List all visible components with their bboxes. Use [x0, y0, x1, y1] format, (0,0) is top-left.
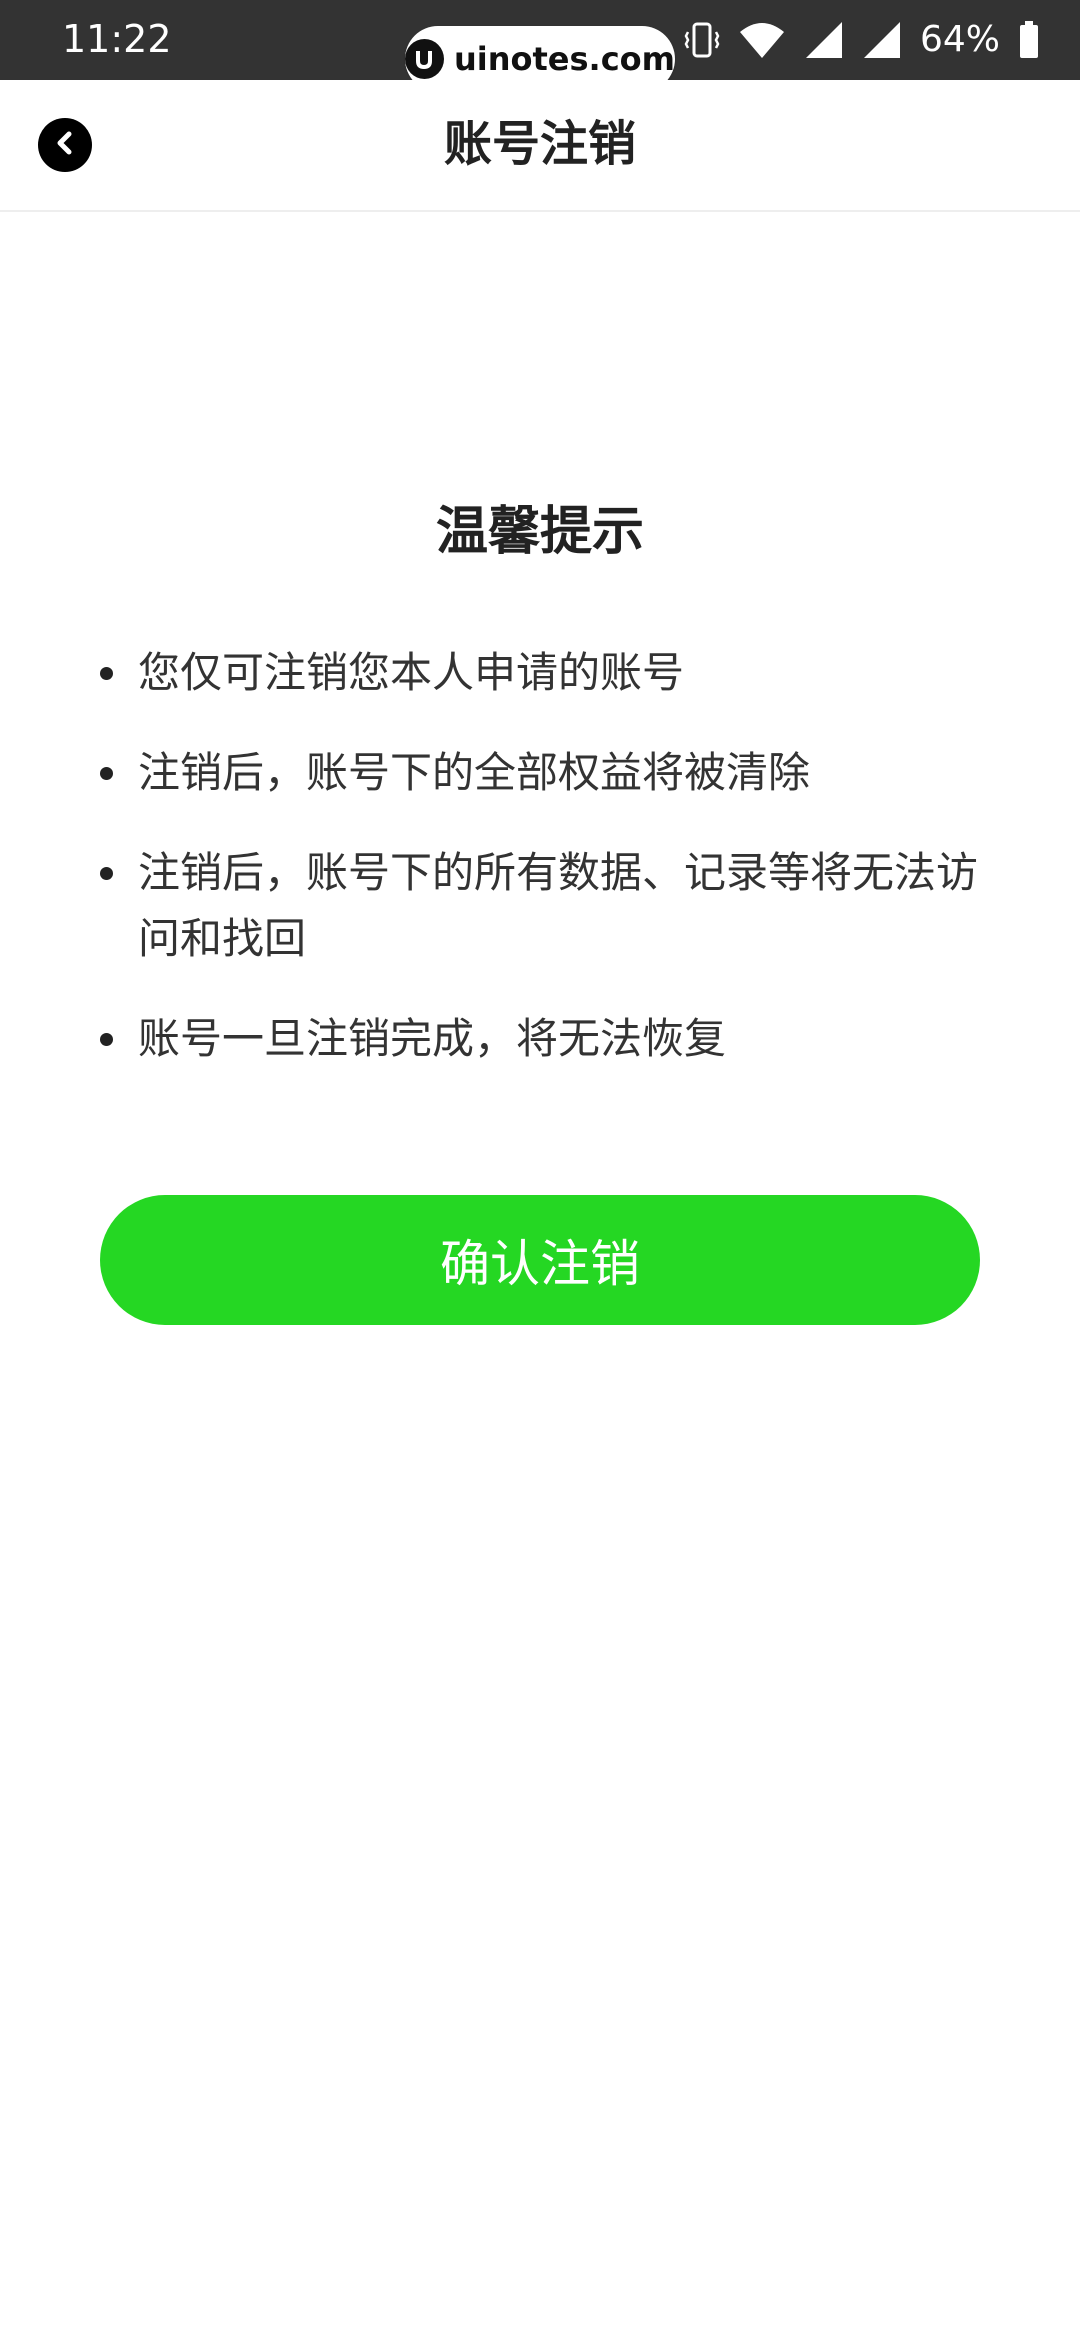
tips-list: 您仅可注销您本人申请的账号 注销后，账号下的全部权益将被清除 注销后，账号下的所…: [100, 640, 980, 1106]
page-title: 账号注销: [443, 116, 636, 172]
signal-icon: [804, 20, 844, 60]
tip-text: 注销后，账号下的全部权益将被清除: [138, 748, 811, 797]
tip-text: 注销后，账号下的所有数据、记录等将无法访问和找回: [138, 848, 979, 963]
nav-bar: 账号注销: [0, 80, 1080, 212]
confirm-deregister-button[interactable]: 确认注销: [100, 1195, 980, 1325]
tip-text: 账号一旦注销完成，将无法恢复: [138, 1014, 727, 1063]
bullet-icon: [100, 867, 113, 880]
tip-item: 注销后，账号下的全部权益将被清除: [100, 740, 980, 806]
tip-item: 注销后，账号下的所有数据、记录等将无法访问和找回: [100, 840, 980, 972]
tips-title: 温馨提示: [435, 502, 644, 562]
bullet-icon: [100, 767, 113, 780]
battery-icon: [1018, 20, 1040, 60]
battery-percent: 64%: [919, 19, 1000, 60]
bullet-icon: [100, 1033, 113, 1046]
bullet-icon: [100, 667, 113, 680]
uinotes-logo-icon: [405, 39, 444, 79]
tip-item: 账号一旦注销完成，将无法恢复: [100, 1006, 980, 1072]
status-icons: 64%: [684, 18, 1040, 62]
status-time: 11:22: [62, 17, 172, 61]
tip-item: 您仅可注销您本人申请的账号: [100, 640, 980, 706]
wifi-icon: [738, 20, 786, 60]
signal-icon: [862, 20, 902, 60]
watermark-text: uinotes.com: [453, 40, 675, 78]
vibrate-icon: [684, 20, 720, 60]
tip-text: 您仅可注销您本人申请的账号: [138, 648, 685, 697]
